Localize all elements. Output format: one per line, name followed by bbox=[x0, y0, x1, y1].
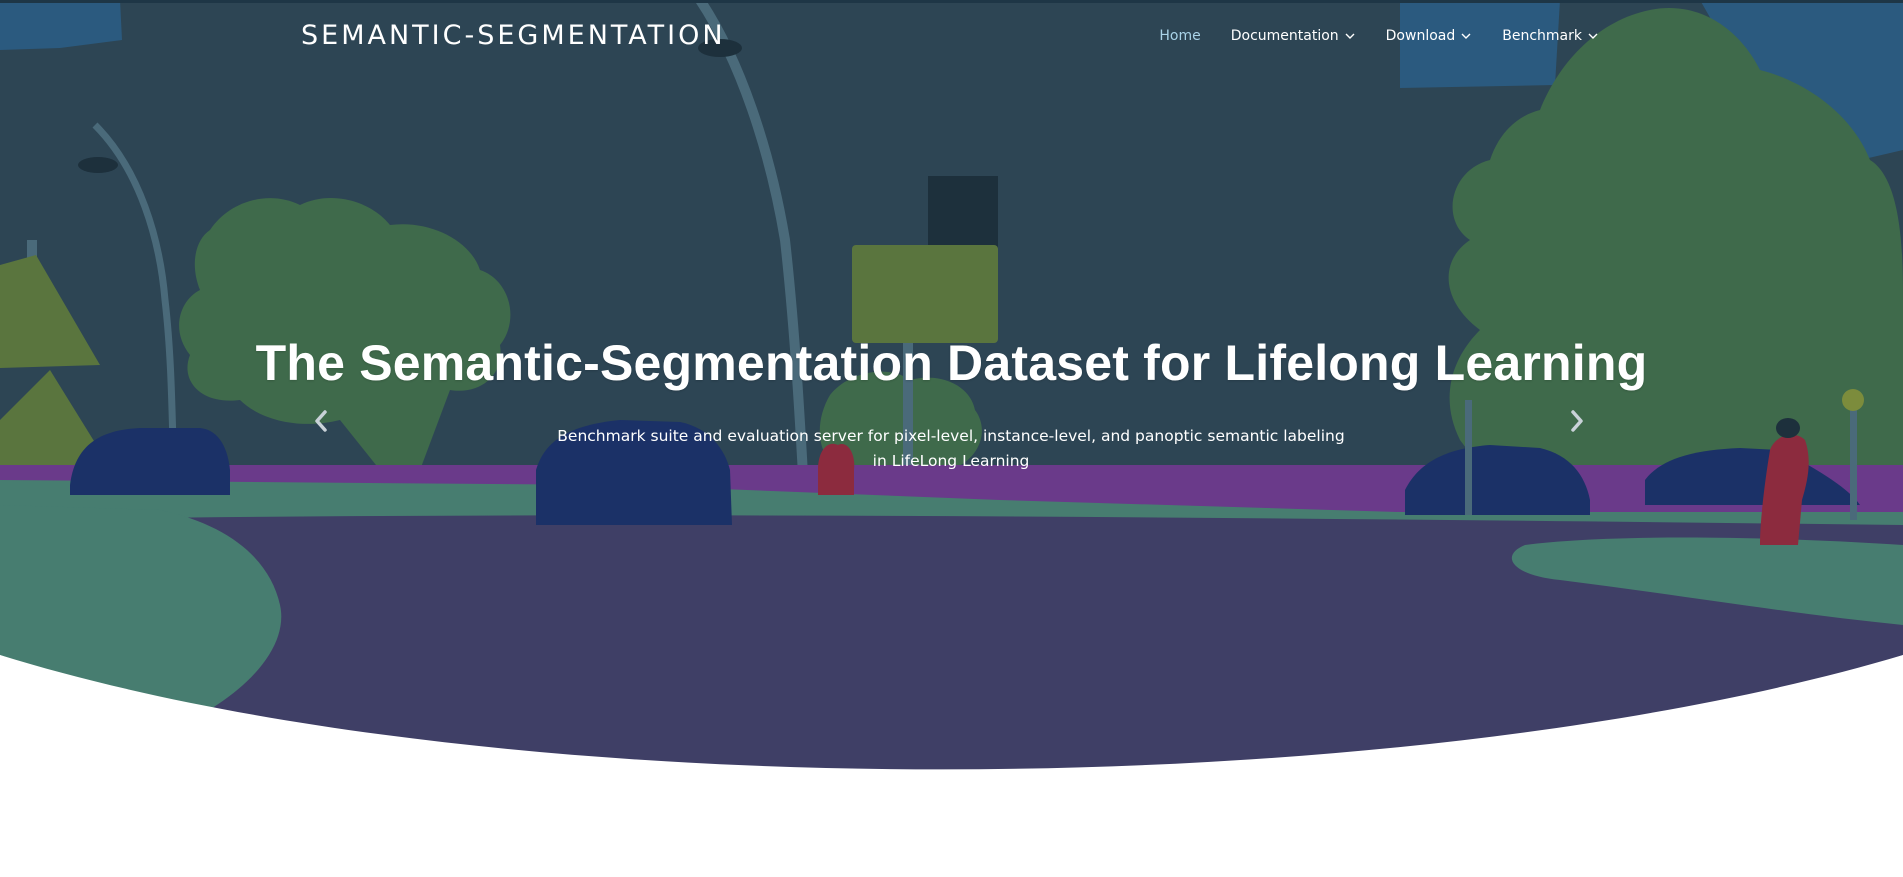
chevron-down-icon bbox=[1588, 33, 1598, 39]
nav-home-label: Home bbox=[1159, 28, 1201, 44]
brand-logo-text[interactable]: SEMANTIC-SEGMENTATION bbox=[301, 20, 726, 51]
carousel-prev-button[interactable] bbox=[306, 405, 336, 437]
nav-documentation-label: Documentation bbox=[1230, 28, 1339, 44]
chevron-right-icon bbox=[1571, 410, 1583, 432]
carousel-next-button[interactable] bbox=[1562, 405, 1592, 437]
nav-download[interactable]: Download bbox=[1386, 28, 1473, 44]
navbar: SEMANTIC-SEGMENTATION Home Documentation… bbox=[0, 0, 1903, 78]
nav-benchmark[interactable]: Benchmark bbox=[1502, 28, 1599, 44]
hero-title: The Semantic-Segmentation Dataset for Li… bbox=[255, 335, 1648, 391]
top-border bbox=[0, 0, 1903, 3]
main-nav: Home Documentation Download Benchmark bbox=[1159, 28, 1599, 44]
nav-benchmark-label: Benchmark bbox=[1502, 28, 1582, 44]
nav-download-label: Download bbox=[1385, 28, 1456, 44]
chevron-down-icon bbox=[1461, 33, 1471, 39]
chevron-down-icon bbox=[1345, 33, 1355, 39]
nav-documentation[interactable]: Documentation bbox=[1231, 28, 1356, 44]
hero-subtitle: Benchmark suite and evaluation server fo… bbox=[557, 427, 1345, 470]
nav-home[interactable]: Home bbox=[1159, 28, 1200, 44]
page: SEMANTIC-SEGMENTATION Home Documentation… bbox=[0, 0, 1903, 877]
chevron-left-icon bbox=[315, 410, 327, 432]
